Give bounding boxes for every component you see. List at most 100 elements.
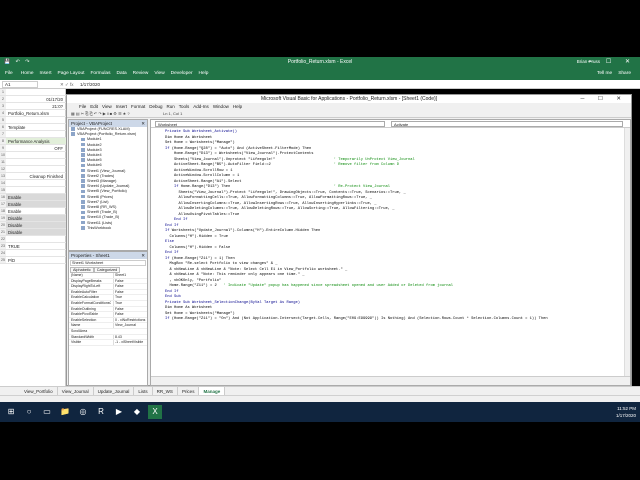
quick-access-toolbar[interactable]: 💾 ↶ ↷ (4, 57, 31, 67)
ribbon-tab-insert[interactable]: Insert (37, 67, 55, 80)
grid-row[interactable]: 12 (0, 166, 66, 173)
vba-menu-run[interactable]: Run (167, 104, 175, 109)
vba-menu-file[interactable]: File (79, 104, 86, 109)
property-value[interactable]: False (113, 284, 147, 289)
ribbon-tab-help[interactable]: Help (196, 67, 212, 80)
horizontal-scrollbar[interactable] (151, 376, 630, 385)
vba-menu-insert[interactable]: Insert (116, 104, 127, 109)
task-view-icon[interactable]: ▭ (40, 405, 54, 419)
ribbon-tab-review[interactable]: Review (130, 67, 152, 80)
property-value[interactable]: -1 - xlSheetVisible (113, 340, 147, 345)
code-token: End If (165, 218, 188, 222)
vba-window-controls[interactable]: ─ ☐ ✕ (581, 95, 628, 103)
grid-row[interactable]: 24 (0, 250, 66, 257)
toolbar-icons[interactable]: ▦ ▤ ✂ ⎘ ⎗ ↶ ↷ ▶ ‖ ■ ⚙ ☰ ★ ? (71, 111, 130, 116)
media-icon[interactable]: ▶ (112, 405, 126, 419)
vba-icon[interactable]: ◆ (130, 405, 144, 419)
grid-row[interactable]: 6 Template (0, 124, 66, 131)
grid-row[interactable]: 25 P/D (0, 257, 66, 264)
code-token: End If (165, 251, 179, 255)
property-value[interactable]: False (113, 312, 147, 317)
name-box[interactable]: A1 (2, 81, 38, 88)
property-value[interactable]: True (113, 295, 147, 301)
vba-menu-view[interactable]: View (102, 104, 112, 109)
tree-item[interactable]: ThisWorkbook (69, 226, 147, 231)
grid-row[interactable]: 4 Portfolio_Return.xlsm (0, 110, 66, 117)
vertical-scrollbar[interactable] (624, 128, 630, 378)
search-icon[interactable]: ○ (22, 405, 36, 419)
vba-toolbar[interactable]: ▦ ▤ ✂ ⎘ ⎗ ↶ ↷ ▶ ‖ ■ ⚙ ☰ ★ ? Ln 1, Col 1 (67, 110, 631, 118)
close-icon[interactable]: ✕ (141, 120, 145, 127)
grid-row[interactable]: 17 Enable (0, 201, 66, 208)
ribbon-tab-file[interactable]: File (0, 67, 18, 80)
property-value[interactable]: 8.43 (113, 334, 147, 340)
tree-item-label: Module4 (87, 153, 102, 158)
grid-row[interactable]: 8 Performance Analysis (0, 138, 66, 145)
ribbon-tab-developer[interactable]: Developer (168, 67, 196, 80)
vba-menu-addins[interactable]: Add-Ins (193, 104, 209, 109)
grid-row[interactable]: 20 Disable (0, 222, 66, 229)
tree-item-label: Sheet2 (Trades) (87, 173, 115, 178)
close-icon[interactable]: ✕ (141, 252, 145, 259)
ribbon-tab-data[interactable]: Data (113, 67, 129, 80)
property-value[interactable]: True (113, 300, 147, 306)
grid-row[interactable]: 7 (0, 131, 66, 138)
property-value[interactable]: 0 - xlNoRestrictions (113, 317, 147, 323)
cell-text: Cleanup Finished (29, 174, 63, 179)
grid-row[interactable]: 11 (0, 159, 66, 166)
procedure-dropdown[interactable]: Activate (391, 121, 623, 127)
excel-icon[interactable]: X (148, 405, 162, 419)
grid-row[interactable]: 16 Enable (0, 194, 66, 201)
file-explorer-icon[interactable]: 📁 (58, 405, 72, 419)
grid-row[interactable]: 14 (0, 180, 66, 187)
project-explorer: Project - VBAProject ✕ VBAProject (FUNCR… (68, 119, 148, 251)
ribbon-tell-me[interactable]: Tell me (594, 67, 615, 80)
vba-menu-debug[interactable]: Debug (149, 104, 162, 109)
grid-row[interactable]: 13 Cleanup Finished (0, 173, 66, 180)
ribbon-tab-view[interactable]: View (151, 67, 167, 80)
grid-row[interactable]: 9 OFF (0, 145, 66, 152)
property-name: EnableCalculation (71, 295, 100, 300)
grid-row[interactable]: 15 (0, 187, 66, 194)
tree-item-label: Sheet5 (View_Portfolio) (87, 189, 127, 194)
grid-row[interactable]: 2 01/17/20 (0, 96, 66, 103)
grid-row[interactable]: 1 (0, 89, 66, 96)
grid-row[interactable]: 21 Disable (0, 229, 66, 236)
start-icon[interactable]: ⊞ (4, 405, 18, 419)
object-dropdown[interactable]: Worksheet (155, 121, 385, 127)
grid-row[interactable]: 3 21:0? (0, 103, 66, 110)
ribbon-tab-home[interactable]: Home (18, 67, 37, 80)
app-icon[interactable]: R (94, 405, 108, 419)
ribbon-tab-page-layout[interactable]: Page Layout (55, 67, 88, 80)
property-row[interactable]: Visible -1 - xlSheetVisible (69, 340, 147, 346)
formula-icons[interactable]: ✕ ✓ fx (60, 81, 74, 88)
property-value[interactable]: False (113, 289, 147, 295)
code-token: Sheets("View_Journal").Protect "Lifeegol… (165, 190, 406, 195)
code-token: Set Home = Worksheets("Manage") (165, 141, 235, 145)
ribbon-tab-formulas[interactable]: Formulas (87, 67, 113, 80)
grid-row[interactable]: 5 (0, 117, 66, 124)
formula-input[interactable]: 1/17/2020 (80, 81, 100, 88)
code-editor[interactable]: Private Sub Worksheet_Activate() Dim Home… (151, 128, 630, 376)
grid-row[interactable]: 23 TRUE (0, 243, 66, 250)
ribbon-share[interactable]: Share (615, 67, 634, 80)
clock-date: 1/17/2020 (615, 413, 636, 418)
property-value[interactable]: Sheet1 (113, 273, 147, 278)
vba-menu-tools[interactable]: Tools (179, 104, 190, 109)
grid-row[interactable]: 18 Enable (0, 208, 66, 215)
property-value[interactable]: View_Journal (113, 323, 147, 329)
vba-menu-help[interactable]: Help (233, 104, 242, 109)
grid-row[interactable]: 19 Disable (0, 215, 66, 222)
window-controls[interactable]: ─ ☐ ✕ (588, 57, 636, 67)
vba-menu-window[interactable]: Window (213, 104, 229, 109)
vba-menu-edit[interactable]: Edit (90, 104, 98, 109)
browser-icon[interactable]: ◎ (76, 405, 90, 419)
grid-row[interactable]: 22 (0, 236, 66, 243)
property-value[interactable]: False (113, 278, 147, 284)
grid-row[interactable]: 10 (0, 152, 66, 159)
properties-object-select[interactable]: Sheet1 Worksheet (70, 260, 146, 266)
vba-menu-format[interactable]: Format (131, 104, 145, 109)
system-tray[interactable]: 11:52 PM 1/17/2020 (616, 405, 636, 419)
property-value[interactable]: False (113, 306, 147, 312)
spreadsheet-grid[interactable]: 1 2 01/17/20 3 21:0? 4 Portfolio_Return.xlsm 5 6… (0, 89, 66, 386)
